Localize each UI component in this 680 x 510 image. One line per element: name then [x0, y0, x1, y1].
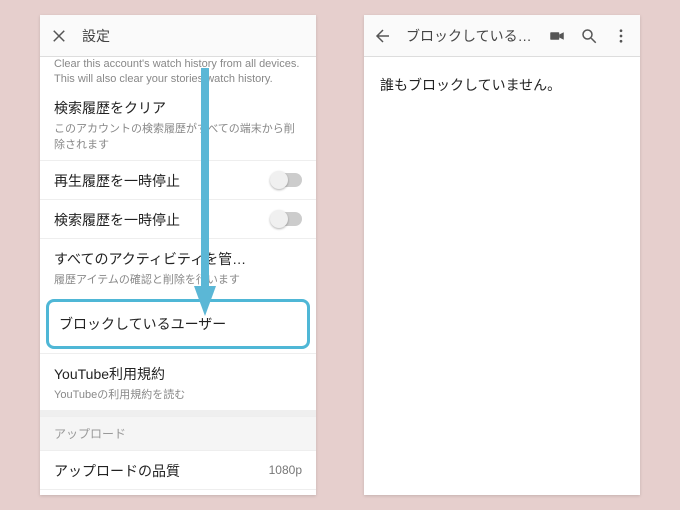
video-icon[interactable]	[548, 27, 566, 45]
item-label: 検索履歴を一時停止	[54, 210, 302, 230]
item-value: 1080p	[269, 463, 302, 477]
item-blocked-users[interactable]: ブロックしているユーザー	[46, 299, 310, 349]
item-pause-search-history[interactable]: 検索履歴を一時停止	[40, 199, 316, 238]
item-label: すべてのアクティビティを管…	[54, 249, 302, 269]
item-label: 検索履歴をクリア	[54, 98, 302, 118]
item-label: ブロックしているユーザー	[59, 314, 297, 334]
blocked-appbar: ブロックしているユー…	[364, 15, 640, 57]
section-header-label: アップロード	[54, 427, 126, 441]
more-icon[interactable]	[612, 27, 630, 45]
toggle-pause-search[interactable]	[272, 212, 302, 226]
settings-list: 検索履歴をクリア このアカウントの検索履歴がすべての端末から削除されます 再生履…	[40, 94, 316, 495]
item-sublabel: このアカウントの検索履歴がすべての端末から削除されます	[54, 120, 302, 152]
item-clear-search-history[interactable]: 検索履歴をクリア このアカウントの検索履歴がすべての端末から削除されます	[40, 94, 316, 160]
item-sublabel: 履歴アイテムの確認と削除を行います	[54, 271, 302, 287]
settings-screen: 設定 Clear this account's watch history fr…	[40, 15, 316, 495]
item-wifi-only-upload[interactable]: Wi-Fi接続時のみアップロ…	[40, 489, 316, 495]
close-icon[interactable]	[50, 27, 68, 45]
settings-appbar: 設定	[40, 15, 316, 57]
back-icon[interactable]	[374, 27, 392, 45]
item-label: アップロードの品質	[54, 461, 302, 481]
blocked-title: ブロックしているユー…	[406, 26, 534, 46]
item-pause-watch-history[interactable]: 再生履歴を一時停止	[40, 160, 316, 199]
item-upload-quality[interactable]: アップロードの品質 1080p	[40, 450, 316, 489]
section-header-upload: アップロード	[40, 416, 316, 450]
blocked-users-screen: ブロックしているユー… 誰もブロックしていません。	[364, 15, 640, 495]
clipped-history-description: Clear this account's watch history from …	[40, 57, 316, 94]
empty-state-text: 誰もブロックしていません。	[364, 57, 640, 113]
item-manage-all-activity[interactable]: すべてのアクティビティを管… 履歴アイテムの確認と削除を行います	[40, 238, 316, 295]
item-sublabel: YouTubeの利用規約を読む	[54, 386, 302, 402]
item-label: 再生履歴を一時停止	[54, 171, 302, 191]
search-icon[interactable]	[580, 27, 598, 45]
settings-title: 設定	[82, 26, 306, 46]
item-label: YouTube利用規約	[54, 364, 302, 384]
toggle-pause-watch[interactable]	[272, 173, 302, 187]
item-youtube-tos[interactable]: YouTube利用規約 YouTubeの利用規約を読む	[40, 353, 316, 410]
